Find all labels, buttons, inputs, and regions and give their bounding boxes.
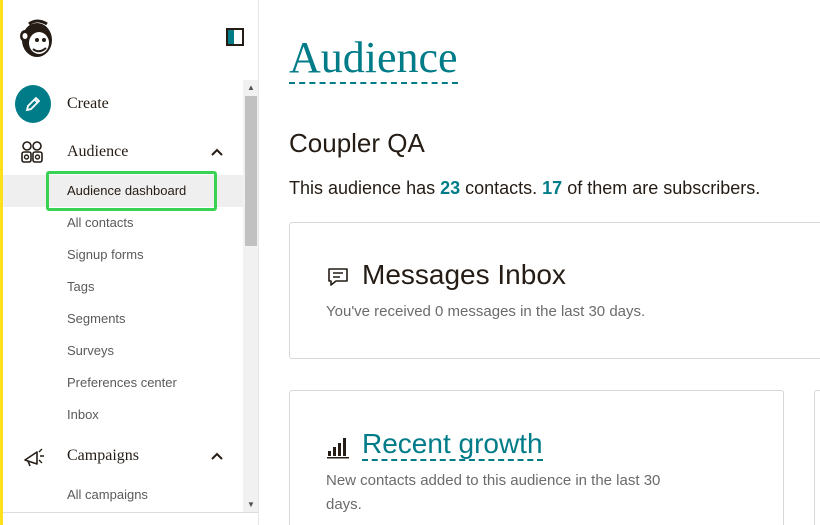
next-card-edge xyxy=(814,390,820,525)
sidebar-item-label: Signup forms xyxy=(67,247,144,262)
sidebar-item-tags[interactable]: Tags xyxy=(3,271,243,303)
sidebar-item-label: Audience dashboard xyxy=(67,183,187,198)
subscribers-count: 17 xyxy=(542,178,563,198)
messages-inbox-description: You've received 0 messages in the last 3… xyxy=(326,303,646,320)
sidebar-item-label: Segments xyxy=(67,311,126,326)
sidebar-item-label: Inbox xyxy=(67,407,99,422)
sidebar-item-audience-dashboard[interactable]: Audience dashboard xyxy=(3,175,243,207)
audience-name: Coupler QA xyxy=(289,128,425,158)
scroll-down-arrow-icon[interactable]: ▼ xyxy=(243,497,259,513)
sidebar-item-label: Surveys xyxy=(67,343,114,358)
sidebar-bottom-divider xyxy=(3,512,258,513)
chevron-up-icon[interactable] xyxy=(209,144,225,160)
create-icon-wrap xyxy=(15,85,51,123)
recent-growth-description-line2: days. xyxy=(326,496,362,513)
sidebar-item-inbox[interactable]: Inbox xyxy=(3,399,243,431)
sidebar-item-signup-forms[interactable]: Signup forms xyxy=(3,239,243,271)
messages-inbox-card: Messages Inbox You've received 0 message… xyxy=(289,222,820,359)
summary-middle: contacts. xyxy=(460,178,543,198)
nav-campaigns[interactable]: Campaigns xyxy=(3,436,243,476)
pencil-icon xyxy=(15,85,51,123)
mailchimp-logo-icon[interactable] xyxy=(17,16,57,60)
megaphone-icon xyxy=(15,438,51,474)
sidebar-item-segments[interactable]: Segments xyxy=(3,303,243,335)
message-icon xyxy=(328,268,348,286)
nav-create[interactable]: Create xyxy=(3,84,243,124)
summary-prefix: This audience has xyxy=(289,178,441,198)
collapse-sidebar-icon[interactable] xyxy=(226,28,244,46)
sidebar-item-label: All campaigns xyxy=(67,487,148,502)
chevron-up-icon[interactable] xyxy=(209,448,225,464)
bar-chart-icon xyxy=(327,438,349,459)
main-content: Audience Coupler QA This audience has 23… xyxy=(259,0,820,525)
scroll-up-arrow-icon[interactable]: ▲ xyxy=(243,80,259,96)
audience-icon xyxy=(15,134,51,170)
sidebar-item-all-campaigns[interactable]: All campaigns xyxy=(3,479,243,511)
sidebar-scrollbar[interactable]: ▲ ▼ xyxy=(243,80,259,513)
sidebar-item-label: All contacts xyxy=(67,215,134,230)
messages-inbox-title: Messages Inbox xyxy=(362,259,566,290)
sidebar-item-all-contacts[interactable]: All contacts xyxy=(3,207,243,239)
nav-audience-label: Audience xyxy=(67,143,129,160)
nav-audience[interactable]: Audience xyxy=(3,132,243,172)
sidebar-nav: Create Audience Audience dashboard All c… xyxy=(3,78,258,512)
sidebar-item-preferences-center[interactable]: Preferences center xyxy=(3,367,243,399)
nav-create-label: Create xyxy=(67,95,109,112)
recent-growth-title[interactable]: Recent growth xyxy=(362,429,543,461)
recent-growth-card: Recent growth New contacts added to this… xyxy=(289,390,784,525)
audience-summary: This audience has 23 contacts. 17 of the… xyxy=(289,178,760,199)
recent-growth-description-line1: New contacts added to this audience in t… xyxy=(326,472,661,489)
sidebar-item-label: Tags xyxy=(67,279,95,294)
page-title[interactable]: Audience xyxy=(289,34,458,84)
scroll-thumb[interactable] xyxy=(245,96,257,246)
nav-campaigns-label: Campaigns xyxy=(67,447,139,464)
sidebar: Create Audience Audience dashboard All c… xyxy=(3,0,259,525)
summary-suffix: of them are subscribers. xyxy=(562,178,761,198)
contacts-count: 23 xyxy=(440,178,461,198)
sidebar-item-surveys[interactable]: Surveys xyxy=(3,335,243,367)
sidebar-item-label: Preferences center xyxy=(67,375,177,390)
